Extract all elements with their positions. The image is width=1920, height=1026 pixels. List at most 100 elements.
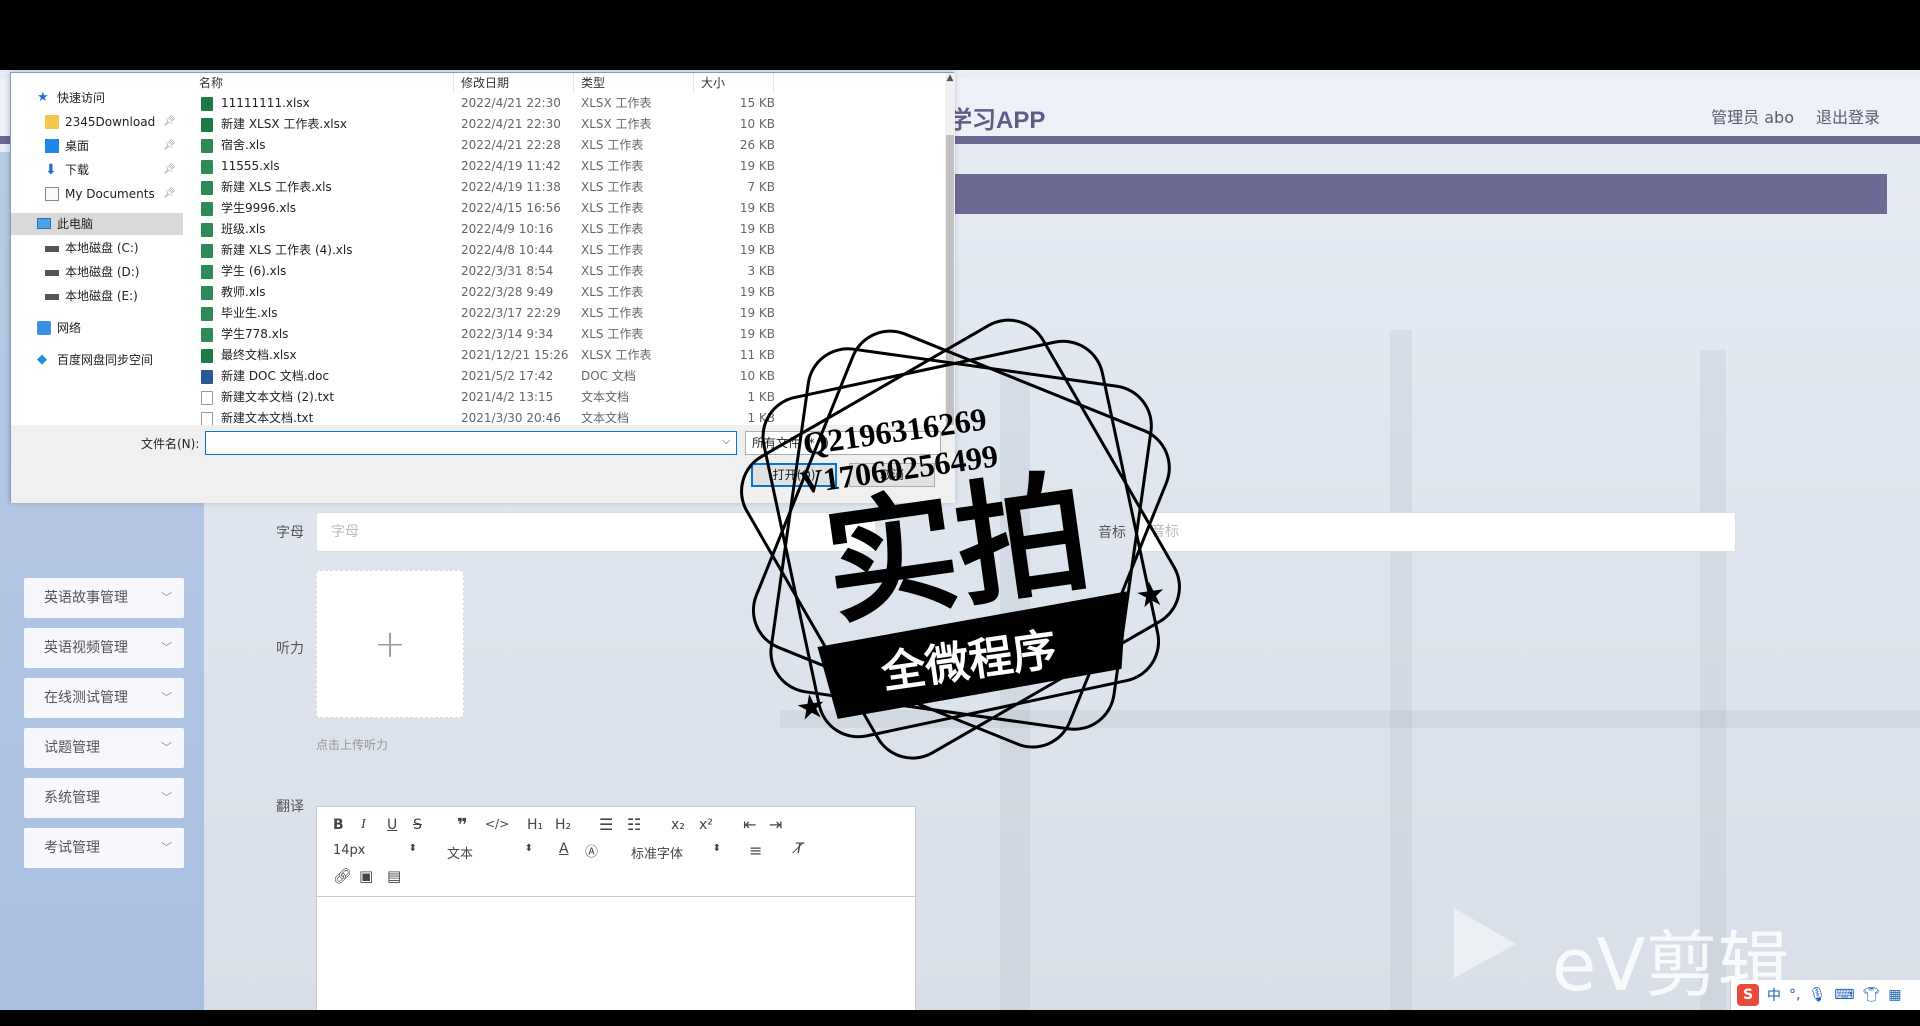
nav-label: 下载 [65,163,90,177]
file-row[interactable]: 宿舍.xls 2022/4/21 22:28 XLS 工作表 26 KB [183,135,775,156]
file-name: 新建文本文档 (2).txt [221,390,335,404]
file-size: 15 KB [739,96,775,110]
column-separator[interactable] [453,73,454,93]
file-row[interactable]: 新建 XLSX 工作表.xlsx 2022/4/21 22:30 XLSX 工作表 1… [183,114,775,135]
outdent-icon[interactable]: ⇤ [743,815,756,834]
file-row[interactable]: 学生9996.xls 2022/4/15 16:56 XLS 工作表 19 KB [183,198,775,219]
nav-label: 桌面 [65,139,90,153]
clear-format-icon[interactable]: T̸ [795,841,804,857]
excel-file-icon [201,139,213,153]
file-size: 19 KB [739,243,775,257]
blockquote-icon[interactable]: ❞ [457,815,468,836]
drive-icon [45,246,59,252]
file-row[interactable]: 新建 DOC 文档.doc 2021/5/2 17:42 DOC 文档 10 KB [183,366,775,387]
file-row[interactable]: 11111111.xlsx 2022/4/21 22:30 XLSX 工作表 15 K… [183,93,775,114]
user-name[interactable]: 管理员 abo [1711,104,1794,128]
column-size[interactable]: 大小 [701,73,725,93]
bullet-list-icon[interactable]: ☷ [627,815,641,834]
file-date: 2021/5/2 17:42 [461,369,554,383]
file-row[interactable]: 新建 XLS 工作表.xls 2022/4/19 11:38 XLS 工作表 7 KB [183,177,775,198]
punctuation-icon[interactable]: °, [1789,987,1800,1003]
logout-link[interactable]: 退出登录 [1816,104,1880,128]
phonetic-input[interactable]: 音标 [1136,512,1736,552]
file-type: DOC 文档 [581,369,636,383]
file-row[interactable]: 学生 (6).xls 2022/3/31 8:54 XLS 工作表 3 KB [183,261,775,282]
subscript-icon[interactable]: x₂ [671,817,685,833]
sidebar-item-english-story[interactable]: 英语故事管理 ﹀ [24,578,184,618]
heading1-icon[interactable]: H₁ [527,817,543,833]
stamp-star-right: ★ [1133,573,1169,617]
nav-label: 网络 [57,321,82,335]
scroll-up-icon[interactable]: ▲ [945,73,955,87]
sidebar-item-questions[interactable]: 试题管理 ﹀ [24,728,184,768]
video-icon[interactable]: ▤ [387,867,401,885]
image-icon[interactable]: ▣ [359,867,373,885]
column-name[interactable]: 名称 [199,73,223,93]
sidebar-item-system[interactable]: 系统管理 ﹀ [24,778,184,818]
file-row[interactable]: 学生778.xls 2022/3/14 9:34 XLS 工作表 19 KB [183,324,775,345]
column-type[interactable]: 类型 [581,73,605,93]
align-icon[interactable]: ≡ [749,841,762,860]
file-row[interactable]: 毕业生.xls 2022/3/17 22:29 XLS 工作表 19 KB [183,303,775,324]
underline-icon[interactable]: U [387,817,397,833]
ime-mode[interactable]: 中 [1767,985,1781,1005]
nav-my-documents[interactable]: My Documents 📌︎ [11,183,183,205]
column-separator[interactable] [573,73,574,93]
stamp-watermark: Q2196316269 V17060256499 实拍 全微程序 ★ ★ [740,318,1181,760]
nav-network[interactable]: 网络 [11,317,183,339]
link-icon[interactable]: 🔗︎ [333,867,352,885]
italic-icon[interactable]: I [361,817,366,833]
keyboard-icon[interactable]: ⌨ [1834,987,1854,1003]
excel-file-icon [201,118,213,132]
file-type: XLS 工作表 [581,201,644,215]
file-row[interactable]: 班级.xls 2022/4/9 10:16 XLS 工作表 19 KB [183,219,775,240]
nav-quick-access[interactable]: ★ 快速访问 [11,87,183,109]
nav-downloads[interactable]: ⬇ 下载 📌︎ [11,159,183,181]
font-size-value: 14px [333,843,366,858]
listening-upload[interactable]: + [316,570,464,718]
nav-drive-e[interactable]: 本地磁盘 (E:) [11,285,183,307]
code-block-icon[interactable]: </> [485,817,509,831]
background-color-icon[interactable]: Ⓐ [585,841,598,860]
file-date: 2022/4/21 22:30 [461,96,561,110]
file-size: 19 KB [739,159,775,173]
nav-this-pc[interactable]: 此电脑 [11,213,183,235]
font-size-select[interactable]: 14px ⬍ [333,843,417,858]
superscript-icon[interactable]: x² [699,817,713,833]
heading2-icon[interactable]: H₂ [555,817,571,833]
file-row[interactable]: 新建文本文档 (2).txt 2021/4/2 13:15 文本文档 1 KB [183,387,775,408]
network-icon [37,321,51,335]
bold-icon[interactable]: B [333,817,344,833]
nav-2345download[interactable]: 2345Download 📌︎ [11,111,183,133]
sidebar-item-english-video[interactable]: 英语视频管理 ﹀ [24,628,184,668]
column-separator[interactable] [693,73,694,93]
indent-icon[interactable]: ⇥ [769,815,782,834]
filename-input[interactable]: ⌵ [205,431,737,455]
sogou-icon[interactable]: S [1737,984,1759,1006]
file-date: 2022/4/15 16:56 [461,201,561,215]
plus-icon: + [374,622,406,666]
file-row[interactable]: 新建 XLS 工作表 (4).xls 2022/4/8 10:44 XLS 工作表 1… [183,240,775,261]
text-file-icon [201,412,213,426]
sidebar-item-online-test[interactable]: 在线测试管理 ﹀ [24,678,184,718]
file-row[interactable]: 最终文档.xlsx 2021/12/21 15:26 XLSX 工作表 11 KB [183,345,775,366]
block-format-select[interactable]: 文本 ⬍ [447,843,533,862]
column-date[interactable]: 修改日期 [461,73,509,93]
nav-drive-d[interactable]: 本地磁盘 (D:) [11,261,183,283]
header-actions: 管理员 abo 退出登录 [1711,104,1880,128]
nav-baidu-netdisk[interactable]: ◆ 百度网盘同步空间 [11,349,183,371]
microphone-icon[interactable]: 🎙︎ [1808,987,1826,1003]
skin-icon[interactable]: 👕︎ [1862,987,1880,1003]
font-color-icon[interactable]: A [559,841,569,857]
font-family-select[interactable]: 标准字体 ⬍ [631,843,721,862]
toolbox-icon[interactable]: ▦ [1888,987,1901,1003]
font-family-value: 标准字体 [631,847,684,862]
file-row[interactable]: 11555.xls 2022/4/19 11:42 XLS 工作表 19 KB [183,156,775,177]
nav-desktop[interactable]: 桌面 📌︎ [11,135,183,157]
strikethrough-icon[interactable]: S [413,817,422,833]
file-row[interactable]: 教师.xls 2022/3/28 9:49 XLS 工作表 19 KB [183,282,775,303]
column-separator[interactable] [773,73,774,93]
ordered-list-icon[interactable]: ☰ [599,815,613,834]
sidebar-item-exam[interactable]: 考试管理 ﹀ [24,828,184,868]
nav-drive-c[interactable]: 本地磁盘 (C:) [11,237,183,259]
